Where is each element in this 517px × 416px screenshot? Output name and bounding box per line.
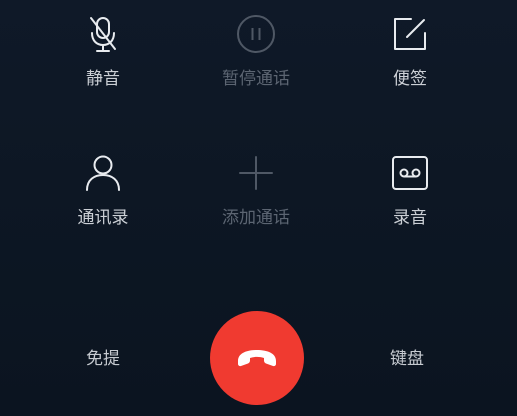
add-call-label: 添加通话: [222, 208, 290, 228]
add-call-button[interactable]: 添加通话: [181, 153, 331, 228]
record-label: 录音: [393, 208, 427, 228]
keypad-button[interactable]: 键盘: [390, 349, 424, 369]
note-edit-icon: [390, 14, 430, 54]
plus-icon: [236, 153, 276, 193]
mute-label: 静音: [86, 69, 120, 89]
pause-icon: [236, 14, 276, 54]
hang-up-button[interactable]: [210, 311, 304, 405]
in-call-screen: 静音 暂停通话 便签 通讯录 添加通话 录音 免提 键盘: [0, 0, 517, 416]
record-button[interactable]: 录音: [335, 153, 485, 228]
hold-call-label: 暂停通话: [222, 69, 290, 89]
phone-hangup-icon: [235, 347, 279, 369]
mic-off-icon: [83, 14, 123, 54]
notes-button[interactable]: 便签: [335, 14, 485, 89]
mute-button[interactable]: 静音: [28, 14, 178, 89]
hold-call-button[interactable]: 暂停通话: [181, 14, 331, 89]
person-icon: [83, 153, 123, 193]
speaker-button[interactable]: 免提: [86, 349, 120, 369]
contacts-button[interactable]: 通讯录: [28, 153, 178, 228]
notes-label: 便签: [393, 69, 427, 89]
record-tape-icon: [390, 153, 430, 193]
contacts-label: 通讯录: [77, 208, 129, 228]
